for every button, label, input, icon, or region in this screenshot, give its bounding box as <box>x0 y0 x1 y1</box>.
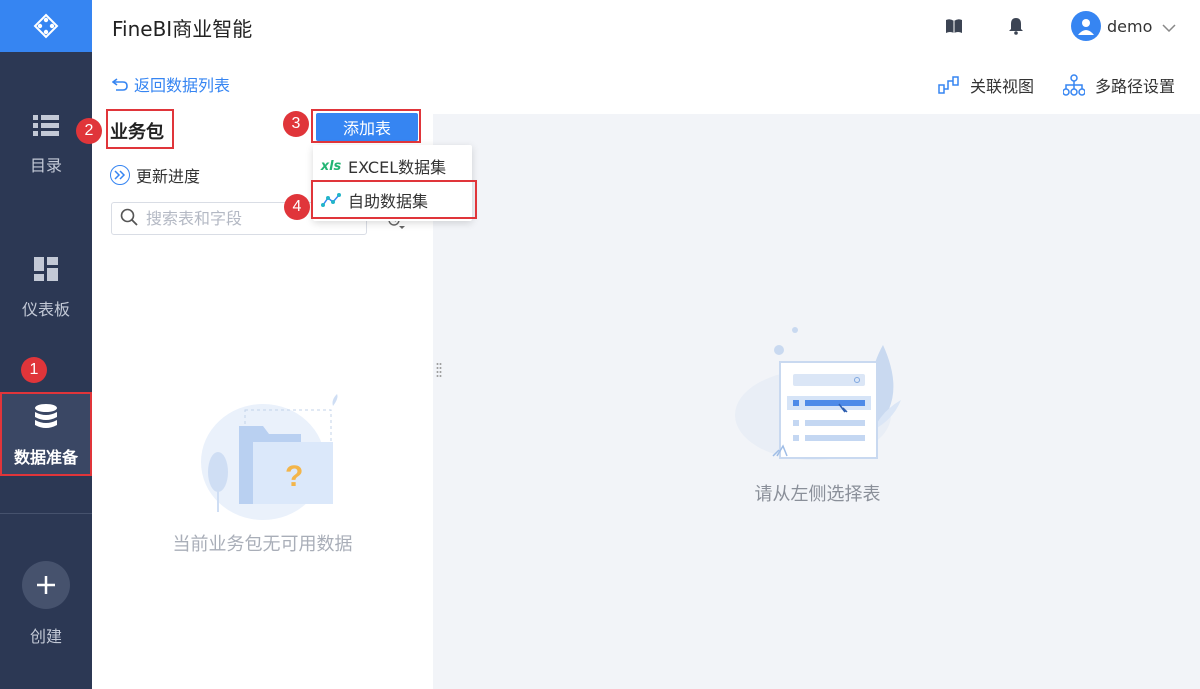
sidebar-item-label: 创建 <box>29 627 62 646</box>
panel-resize-handle[interactable] <box>436 362 442 380</box>
main-toolbar: 关联视图 多路径设置 <box>433 52 1200 114</box>
multipath-settings-label: 多路径设置 <box>1095 77 1176 96</box>
empty-main-message: 请从左侧选择表 <box>754 484 881 505</box>
empty-main-state: 请从左侧选择表 <box>700 320 935 506</box>
plus-icon <box>22 561 70 609</box>
multipath-settings-button[interactable]: 多路径设置 <box>1063 73 1175 97</box>
back-link-label: 返回数据列表 <box>134 76 231 95</box>
empty-package-state: ? 当前业务包无可用数据 <box>92 392 433 556</box>
relation-view-label: 关联视图 <box>970 77 1035 96</box>
list-icon <box>31 110 61 140</box>
user-name: demo <box>1107 16 1153 36</box>
chevron-down-icon <box>1162 17 1176 36</box>
app-title: FineBI商业智能 <box>112 17 253 41</box>
sidebar-item-label: 数据准备 <box>13 448 78 467</box>
sidebar-item-label: 目录 <box>29 156 62 175</box>
menu-item-self-service-dataset[interactable]: 自助数据集 <box>313 183 472 217</box>
sidebar-item-catalog[interactable]: 目录 <box>0 110 92 176</box>
dashboard-icon <box>31 254 61 284</box>
select-table-illustration <box>734 327 901 460</box>
step-badge-4: 4 <box>284 194 310 220</box>
step-badge-1: 1 <box>21 357 47 383</box>
bell-icon[interactable] <box>1006 16 1026 36</box>
hierarchy-icon <box>1063 74 1085 96</box>
step-badge-2: 2 <box>76 118 102 144</box>
menu-item-label: 自助数据集 <box>348 192 429 211</box>
help-book-icon[interactable] <box>944 16 964 36</box>
update-progress-button[interactable]: 更新进度 <box>110 163 200 187</box>
menu-item-excel-dataset[interactable]: xls EXCEL数据集 <box>313 149 472 183</box>
add-table-menu: xls EXCEL数据集 自助数据集 <box>313 145 472 221</box>
sidebar-item-label: 仪表板 <box>21 300 70 319</box>
top-header: FineBI商业智能 demo <box>92 0 1200 52</box>
empty-package-message: 当前业务包无可用数据 <box>172 534 353 555</box>
fast-forward-icon <box>110 165 130 185</box>
step-badge-3: 3 <box>283 111 309 137</box>
update-progress-label: 更新进度 <box>136 167 201 186</box>
line-chart-icon <box>320 191 342 209</box>
relation-view-button[interactable]: 关联视图 <box>938 73 1034 97</box>
finebi-logo-icon <box>33 13 59 39</box>
avatar-icon <box>1071 11 1101 41</box>
sidebar-item-dashboard[interactable]: 仪表板 <box>0 254 92 320</box>
excel-icon: xls <box>320 158 342 174</box>
sidebar-item-create[interactable]: 创建 <box>0 561 92 647</box>
svg-text:?: ? <box>285 460 303 493</box>
back-arrow-icon <box>112 78 128 91</box>
database-icon <box>31 402 61 432</box>
relation-view-icon <box>938 76 959 94</box>
empty-folder-illustration: ? <box>200 394 337 520</box>
logo[interactable] <box>0 0 92 52</box>
search-icon <box>120 208 138 230</box>
user-menu[interactable]: demo <box>1071 11 1176 41</box>
sidebar-item-data-prep[interactable]: 数据准备 <box>0 392 92 476</box>
add-table-button[interactable]: 添加表 <box>316 113 418 141</box>
menu-item-label: EXCEL数据集 <box>348 158 447 177</box>
package-title: 业务包 <box>110 122 164 143</box>
sidebar-divider <box>0 513 92 514</box>
sidebar: 目录 仪表板 数据准备 创建 <box>0 0 92 689</box>
back-to-data-list-link[interactable]: 返回数据列表 <box>112 72 230 96</box>
